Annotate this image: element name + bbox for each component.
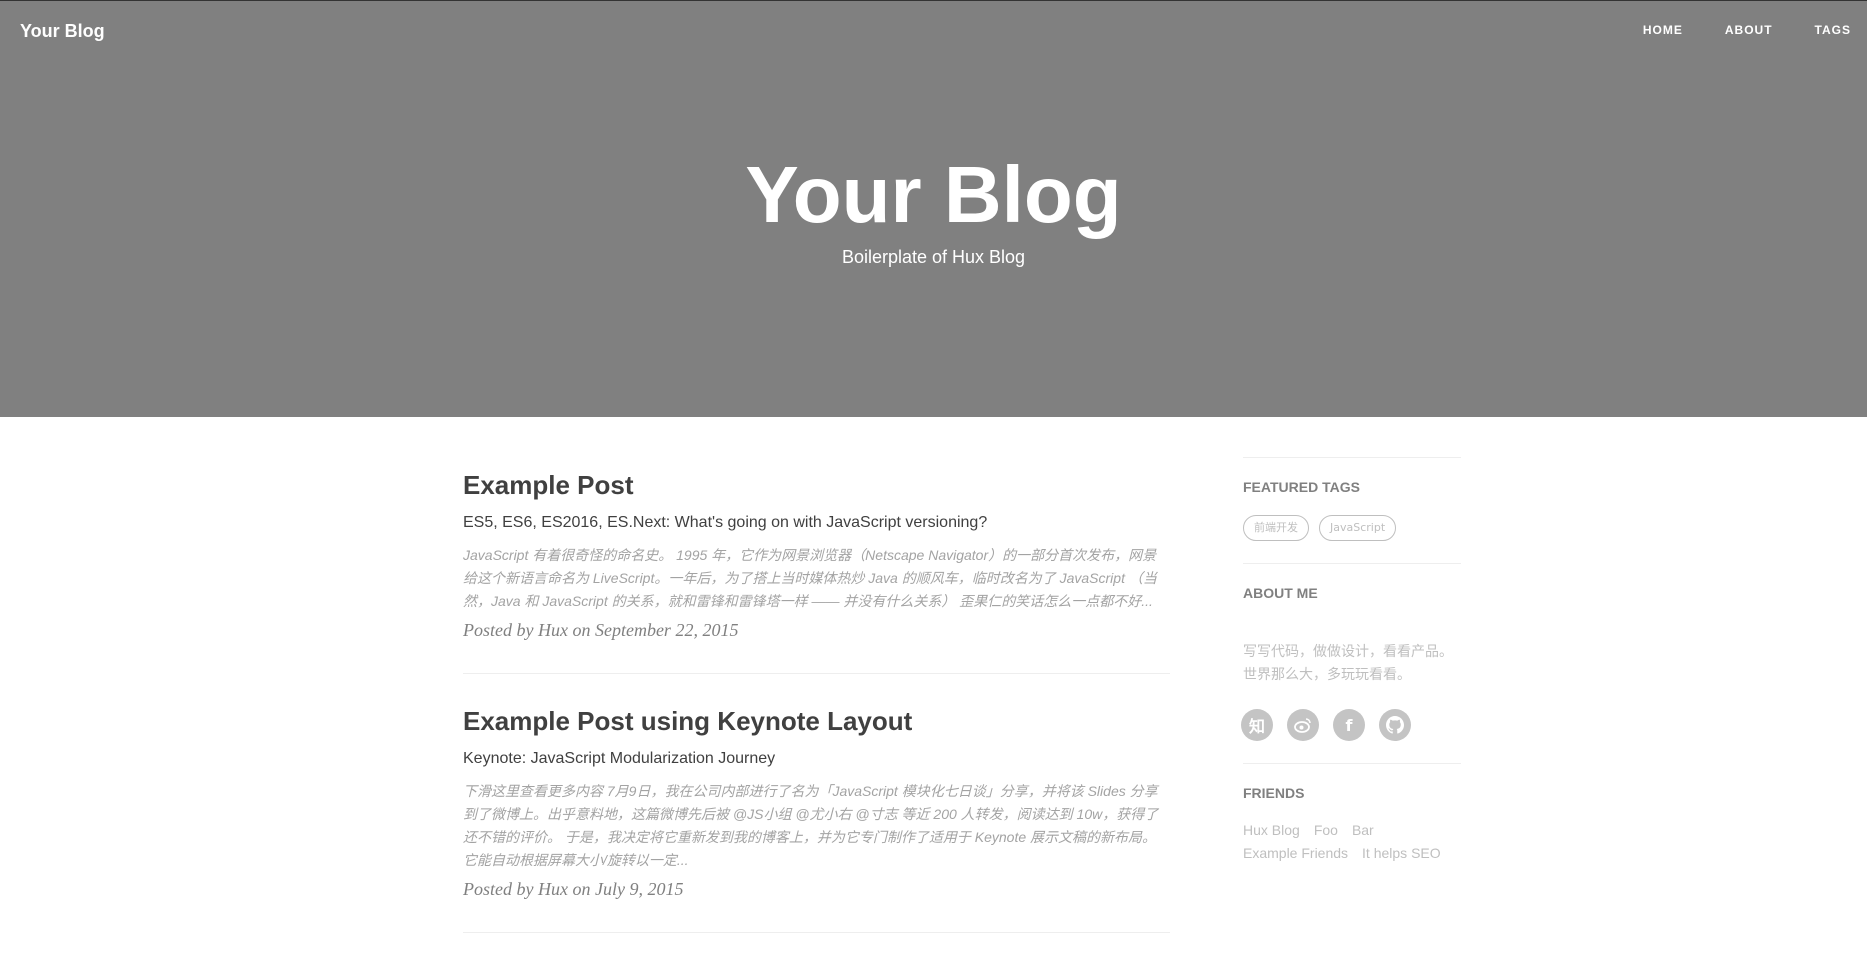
github-glyph	[1386, 716, 1404, 734]
nav-about-link[interactable]: ABOUT	[1725, 23, 1773, 37]
weibo-glyph	[1294, 718, 1311, 733]
friends-heading: FRIENDS	[1243, 785, 1305, 801]
tag-javascript[interactable]: JavaScript	[1319, 515, 1397, 541]
friend-link[interactable]: It helps SEO	[1362, 844, 1441, 863]
divider	[1243, 763, 1461, 764]
about-me-heading: ABOUT ME	[1243, 585, 1318, 601]
site-subtitle: Boilerplate of Hux Blog	[841, 247, 1026, 267]
weibo-icon[interactable]	[1287, 709, 1319, 741]
post-title-link[interactable]: Example Post	[463, 468, 1170, 502]
divider	[1243, 563, 1461, 564]
facebook-glyph: f	[1345, 715, 1353, 735]
post-preview: Example Post ES5, ES6, ES2016, ES.Next: …	[463, 468, 1170, 674]
github-icon[interactable]	[1379, 709, 1411, 741]
friend-link[interactable]: Hux Blog	[1243, 821, 1300, 840]
nav-tags-link[interactable]: TAGS	[1815, 23, 1851, 37]
featured-tags-heading: FEATURED TAGS	[1243, 479, 1360, 495]
friend-link[interactable]: Example Friends	[1243, 844, 1348, 863]
site-title: Your Blog	[745, 150, 1122, 239]
social-links: 知 f	[1241, 709, 1461, 741]
post-meta: Posted by Hux on July 9, 2015	[463, 879, 684, 899]
post-title-link[interactable]: Example Post using Keynote Layout	[463, 704, 1170, 738]
sidebar: FEATURED TAGS 前端开发 JavaScript ABOUT ME 写…	[1241, 457, 1463, 863]
friends-list: Hux Blog Foo Bar Example Friends It help…	[1243, 821, 1463, 863]
zhihu-icon[interactable]: 知	[1241, 709, 1273, 741]
divider	[1243, 457, 1461, 458]
hero-header: Your Blog HOME ABOUT TAGS Your Blog Boil…	[0, 0, 1867, 417]
post-excerpt: 下滑这里查看更多内容 7月9日，我在公司内部进行了名为「JavaScript 模…	[463, 783, 1159, 868]
featured-tags: 前端开发 JavaScript	[1243, 515, 1461, 541]
post-preview: Example Post using Keynote Layout Keynot…	[463, 704, 1170, 933]
nav-home-link[interactable]: HOME	[1643, 23, 1683, 37]
post-meta: Posted by Hux on September 22, 2015	[463, 620, 739, 640]
post-excerpt: JavaScript 有着很奇怪的命名史。 1995 年，它作为网景浏览器（Ne…	[463, 547, 1157, 609]
about-me-text: 写写代码，做做设计，看看产品。世界那么大，多玩玩看看。	[1243, 644, 1453, 683]
zhihu-glyph: 知	[1248, 717, 1265, 736]
post-subtitle: ES5, ES6, ES2016, ES.Next: What's going …	[463, 514, 988, 531]
top-nav: HOME ABOUT TAGS	[1601, 23, 1851, 37]
brand-link[interactable]: Your Blog	[20, 21, 105, 42]
tag-frontend[interactable]: 前端开发	[1243, 515, 1309, 541]
friend-link[interactable]: Bar	[1352, 821, 1374, 840]
friend-link[interactable]: Foo	[1314, 821, 1338, 840]
facebook-icon[interactable]: f	[1333, 709, 1365, 741]
post-subtitle: Keynote: JavaScript Modularization Journ…	[463, 750, 776, 767]
post-list: Example Post ES5, ES6, ES2016, ES.Next: …	[463, 452, 1170, 958]
